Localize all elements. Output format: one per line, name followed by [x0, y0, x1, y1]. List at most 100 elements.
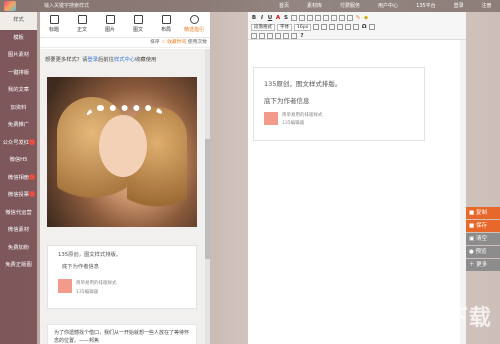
help-icon[interactable]: ?: [299, 33, 305, 39]
align-tool-icon[interactable]: [251, 33, 257, 39]
tab-featured[interactable]: 精选指引: [180, 12, 208, 37]
text-icon: [77, 15, 87, 24]
card-title: 135原创，图文样式排版。: [264, 80, 342, 88]
sidebar-item-vote[interactable]: 微信投票: [0, 187, 37, 205]
sidebar-item-add-material[interactable]: 加资料: [0, 100, 37, 118]
sidebar-item-templates[interactable]: 模板: [0, 30, 37, 48]
tab-label: 布局: [160, 27, 171, 33]
sidebar-item-h5[interactable]: 微信H5: [0, 152, 37, 170]
nav-materials[interactable]: 素材库: [298, 0, 331, 12]
style-panel: 标题 正文 图片 图文 布局 精选指引 排序 ☆ 收藏时间 使用次数 想要更多样…: [40, 12, 210, 344]
nav-paid-services[interactable]: 付费服务: [331, 0, 369, 12]
bold-button[interactable]: B: [251, 15, 257, 21]
search-input[interactable]: 输入关键字搜索样式: [44, 2, 214, 10]
clear-format-icon[interactable]: [337, 24, 344, 30]
brush-icon[interactable]: ✎: [355, 15, 361, 21]
sidebar: 样式 模板 图片素材 一键排版 我的文章 加资料 免费推广 公众号发红包 微信H…: [0, 12, 37, 344]
tab-image[interactable]: 图片: [96, 12, 124, 37]
align-right-button[interactable]: [307, 15, 313, 21]
link-button[interactable]: [339, 15, 345, 21]
nav-login[interactable]: 登录: [445, 0, 473, 12]
preview-button[interactable]: ● 预览: [466, 246, 500, 258]
card-author: 简单易用的排版样式: [282, 113, 323, 118]
quote-style-card[interactable]: 为了你遗憾找个借口，我们从一开始就想一些人放在了等待怀念的位置。——邦焦: [47, 324, 197, 344]
sidebar-item-album[interactable]: 微信相册: [0, 170, 37, 188]
html-icon[interactable]: [291, 33, 297, 39]
font-select[interactable]: 字体: [277, 23, 292, 31]
watermark-url: www.jz5u.com: [356, 326, 429, 337]
sidebar-item-promotion[interactable]: 免费推广: [0, 117, 37, 135]
sidebar-item-free-images[interactable]: 免费正版图: [0, 257, 37, 275]
style-list[interactable]: 想要更多样式？请登录后前往样式中心收藏使用 135原创，图文样式排版。 底下为作…: [40, 49, 210, 344]
border-tool-icon[interactable]: [259, 33, 265, 39]
clear-button[interactable]: ▣ 清空: [466, 233, 500, 245]
sidebar-item-one-click[interactable]: 一键排版: [0, 65, 37, 83]
hint-text: 后前往: [98, 57, 114, 63]
justify-button[interactable]: [315, 15, 321, 21]
line-height-icon[interactable]: [329, 24, 336, 30]
top-nav: 首页 素材库 付费服务 用户中心 135平台 登录 注册: [270, 0, 500, 12]
sidebar-item-my-articles[interactable]: 我的文章: [0, 82, 37, 100]
nav-home[interactable]: 首页: [270, 0, 298, 12]
app-logo[interactable]: [4, 1, 16, 11]
tab-label: 精选指引: [183, 27, 204, 33]
font-color-button[interactable]: A: [275, 15, 281, 21]
sidebar-item-images[interactable]: 图片素材: [0, 47, 37, 65]
indent-button[interactable]: [331, 15, 337, 21]
strike-button[interactable]: S: [283, 15, 289, 21]
sort-label: 排序: [150, 40, 160, 45]
editor-scrollbar[interactable]: [460, 40, 466, 344]
sidebar-item-wechat-material[interactable]: 微信素材: [0, 222, 37, 240]
card-subtitle: 底下为作者信息: [62, 264, 100, 270]
underline-button[interactable]: U: [267, 15, 273, 21]
color-icon[interactable]: ◆: [363, 15, 369, 21]
tab-image-text[interactable]: 图文: [124, 12, 152, 37]
nav-register[interactable]: 注册: [473, 0, 500, 12]
sort-by-favorite[interactable]: ☆ 收藏时间: [161, 40, 186, 45]
sort-by-usage[interactable]: 使用次数: [188, 40, 207, 45]
music-icon[interactable]: [283, 33, 289, 39]
nav-platform[interactable]: 135平台: [407, 0, 445, 12]
tab-layout[interactable]: 布局: [152, 12, 180, 37]
editor-toolbar: B I U A S ✎ ◆ 段落格式 字体 16px Ω ?: [248, 12, 466, 40]
align-center-button[interactable]: [299, 15, 305, 21]
emoji-icon[interactable]: [267, 33, 273, 39]
sidebar-item-label: 微信相册: [7, 174, 30, 181]
sidebar-item-red-packet[interactable]: 公众号发红包: [0, 135, 37, 153]
tab-body[interactable]: 正文: [68, 12, 96, 37]
video-icon[interactable]: [275, 33, 281, 39]
outdent-icon[interactable]: [321, 24, 328, 30]
tab-title[interactable]: 标题: [40, 12, 68, 37]
sidebar-item-styles[interactable]: 样式: [0, 12, 37, 30]
save-button[interactable]: ■ 保存: [466, 220, 500, 232]
style-center-link[interactable]: 样式中心: [114, 57, 135, 63]
image-insert-icon[interactable]: [369, 24, 376, 30]
style-preview-photo[interactable]: [47, 77, 197, 227]
card-author: 简单易用的排版样式: [76, 281, 117, 286]
align-left-button[interactable]: [291, 15, 297, 21]
paragraph-select[interactable]: 段落格式: [251, 23, 275, 31]
login-link[interactable]: 登录: [87, 57, 98, 63]
nav-user-center[interactable]: 用户中心: [369, 0, 407, 12]
omega-icon[interactable]: Ω: [361, 24, 367, 30]
table-button[interactable]: [347, 15, 353, 21]
avatar: [58, 279, 72, 293]
list-button[interactable]: [323, 15, 329, 21]
sidebar-item-followers[interactable]: 免费加粉: [0, 240, 37, 258]
italic-button[interactable]: I: [259, 15, 265, 21]
avatar: [264, 112, 278, 125]
badge-icon: [29, 173, 35, 180]
indent-icon[interactable]: [313, 24, 320, 30]
font-size-select[interactable]: 16px: [294, 23, 312, 31]
scrollbar-thumb[interactable]: [205, 139, 210, 259]
more-button[interactable]: ＋ 更多: [466, 259, 500, 271]
badge-icon: [29, 191, 35, 197]
style-card[interactable]: 135原创，图文样式排版。 底下为作者信息 简单易用的排版样式 135编辑器: [47, 245, 197, 309]
redo-icon[interactable]: [353, 24, 360, 30]
login-hint: 想要更多样式？请登录后前往样式中心收藏使用: [45, 55, 156, 63]
editor-content-card[interactable]: 135原创，图文样式排版。 底下为作者信息 简单易用的排版样式 135编辑器: [253, 67, 425, 141]
copy-button[interactable]: ■ 复制: [466, 207, 500, 219]
style-tabs: 标题 正文 图片 图文 布局 精选指引: [40, 12, 210, 38]
sidebar-item-operation[interactable]: 微信代运营: [0, 205, 37, 223]
undo-icon[interactable]: [345, 24, 352, 30]
